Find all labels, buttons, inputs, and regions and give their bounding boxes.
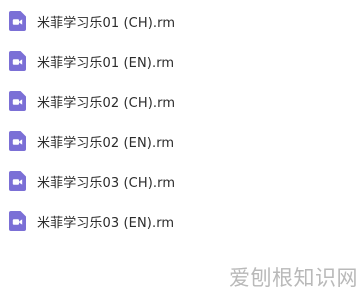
list-item[interactable]: 米菲学习乐03 (EN).rm [0, 201, 300, 241]
file-name: 米菲学习乐03 (CH).rm [37, 175, 176, 191]
list-item[interactable]: 米菲学习乐02 (EN).rm [0, 121, 300, 161]
list-item[interactable]: 米菲学习乐01 (CH).rm [0, 1, 300, 41]
video-file-icon [9, 91, 26, 111]
video-file-icon [9, 171, 26, 191]
file-name: 米菲学习乐02 (CH).rm [37, 95, 176, 111]
file-name: 米菲学习乐01 (EN).rm [37, 55, 175, 71]
file-name: 米菲学习乐01 (CH).rm [37, 15, 176, 31]
video-file-icon [9, 211, 26, 231]
video-file-icon [9, 11, 26, 31]
video-file-icon [9, 131, 26, 151]
list-item[interactable]: 米菲学习乐03 (CH).rm [0, 161, 300, 201]
file-name: 米菲学习乐03 (EN).rm [37, 215, 175, 231]
video-file-icon [9, 51, 26, 71]
list-item[interactable]: 米菲学习乐02 (CH).rm [0, 81, 300, 121]
watermark-text: 爱刨根知识网 [229, 266, 358, 290]
file-name: 米菲学习乐02 (EN).rm [37, 135, 175, 151]
list-item[interactable]: 米菲学习乐01 (EN).rm [0, 41, 300, 81]
